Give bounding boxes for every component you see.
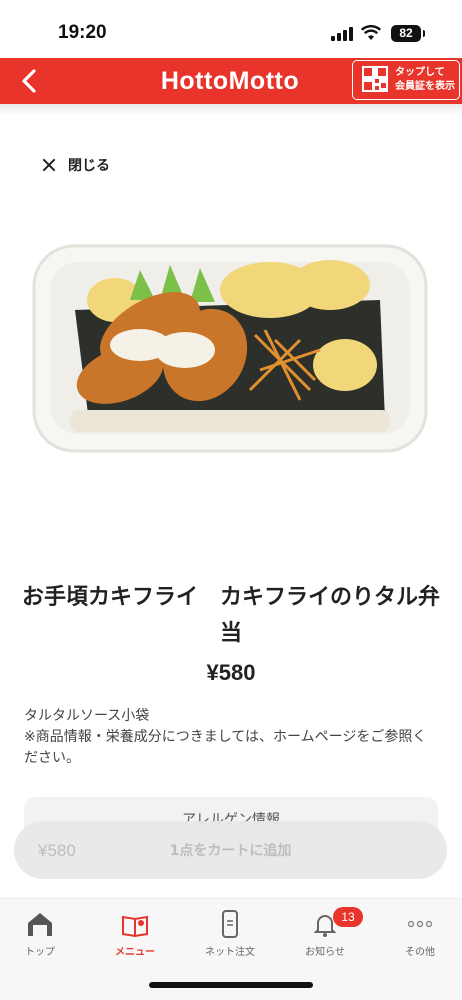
notification-badge: 13: [333, 907, 363, 927]
smartphone-icon: [222, 910, 238, 938]
close-icon: [40, 156, 58, 174]
member-card-text: タップして 会員証を表示: [395, 67, 455, 92]
member-card-button[interactable]: タップして 会員証を表示: [352, 60, 460, 100]
tab-menu[interactable]: メニュー: [95, 909, 175, 969]
product-name: お手頃カキフライ カキフライのりタル弁当: [21, 585, 440, 646]
tab-other[interactable]: その他: [380, 909, 460, 969]
qr-code-icon: [362, 66, 388, 92]
app-header: HottoMotto タップして 会員証を表示: [0, 58, 462, 104]
header-shadow: [0, 104, 462, 116]
battery-icon: 82: [391, 25, 425, 42]
add-to-cart-button[interactable]: ¥580 1点をカートに追加: [14, 821, 447, 879]
more-icon: [407, 920, 433, 928]
tab-top[interactable]: トップ: [0, 909, 80, 969]
menu-book-icon: [122, 915, 148, 938]
status-bar: 19:20 82: [0, 0, 462, 58]
brand-logo: HottoMotto: [160, 67, 300, 95]
product-desc-line2: ※商品情報・栄養成分につきましては、ホームページをご参照ください。: [24, 729, 427, 766]
cart-label: 1点をカートに追加: [169, 843, 292, 859]
home-icon: [28, 913, 52, 936]
wifi-icon: [361, 25, 381, 40]
product-desc-line1: タルタルソース小袋: [24, 708, 150, 724]
product-description: タルタルソース小袋 ※商品情報・栄養成分につきましては、ホームページをご参照くだ…: [24, 706, 434, 769]
close-button[interactable]: 閉じる: [40, 154, 110, 176]
tab-net-order[interactable]: ネット注文: [190, 909, 270, 969]
product-image: [32, 244, 428, 453]
product-price: ¥580: [206, 660, 256, 685]
signal-icon: [331, 27, 353, 41]
chevron-left-icon[interactable]: [14, 66, 44, 96]
close-label: 閉じる: [68, 158, 110, 174]
home-indicator[interactable]: [149, 982, 313, 988]
status-time: 19:20: [58, 22, 107, 43]
